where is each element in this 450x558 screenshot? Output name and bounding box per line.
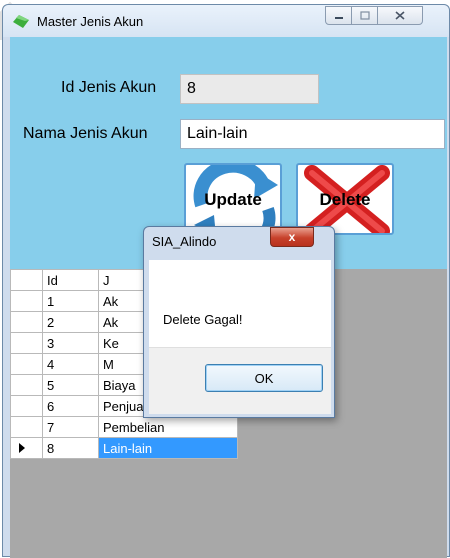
app-icon [13,15,29,28]
maximize-icon [359,11,370,20]
row-header[interactable] [10,416,43,438]
cell-name[interactable]: Pembelian [98,416,238,438]
current-row-arrow-icon [19,442,25,453]
ok-button[interactable]: OK [205,364,323,392]
row-header[interactable] [10,437,43,459]
minimize-button[interactable] [325,6,352,25]
row-header[interactable] [10,353,43,375]
close-icon [395,11,405,20]
row-header[interactable] [10,311,43,333]
row-header[interactable] [10,290,43,312]
id-field[interactable]: 8 [180,74,319,104]
cell-id[interactable]: 3 [42,332,99,354]
table-row[interactable]: 7 Pembelian [10,416,238,438]
id-label: Id Jenis Akun [61,79,157,96]
cell-name[interactable]: Lain-lain [98,437,238,459]
row-header[interactable] [10,395,43,417]
delete-button[interactable]: Delete [296,163,394,235]
message-dialog: SIA_Alindo x Delete Gagal! OK [143,226,335,418]
dialog-body: Delete Gagal! OK [149,260,331,414]
column-header-id[interactable]: Id [42,269,99,291]
cell-id[interactable]: 8 [42,437,99,459]
update-button[interactable]: Update [184,163,282,235]
row-header[interactable] [10,374,43,396]
dialog-message: Delete Gagal! [163,312,243,327]
cell-id[interactable]: 4 [42,353,99,375]
cell-id[interactable]: 5 [42,374,99,396]
title-bar[interactable]: Master Jenis Akun [3,5,449,37]
table-row-selected[interactable]: 8 Lain-lain [10,437,238,459]
close-button[interactable] [377,6,423,25]
cell-id[interactable]: 7 [42,416,99,438]
dialog-footer: OK [149,347,331,414]
update-label: Update [204,190,262,209]
cell-id[interactable]: 6 [42,395,99,417]
maximize-button[interactable] [351,6,378,25]
cell-id[interactable]: 1 [42,290,99,312]
name-label: Nama Jenis Akun [23,125,148,142]
row-header[interactable] [10,332,43,354]
name-field[interactable]: Lain-lain [180,119,445,149]
minimize-icon [334,16,343,19]
row-header-corner [10,269,43,291]
dialog-close-button[interactable]: x [270,227,314,247]
window-title: Master Jenis Akun [37,14,144,29]
dialog-title: SIA_Alindo [152,234,217,249]
cell-id[interactable]: 2 [42,311,99,333]
close-icon: x [288,230,296,244]
delete-label: Delete [319,190,371,209]
